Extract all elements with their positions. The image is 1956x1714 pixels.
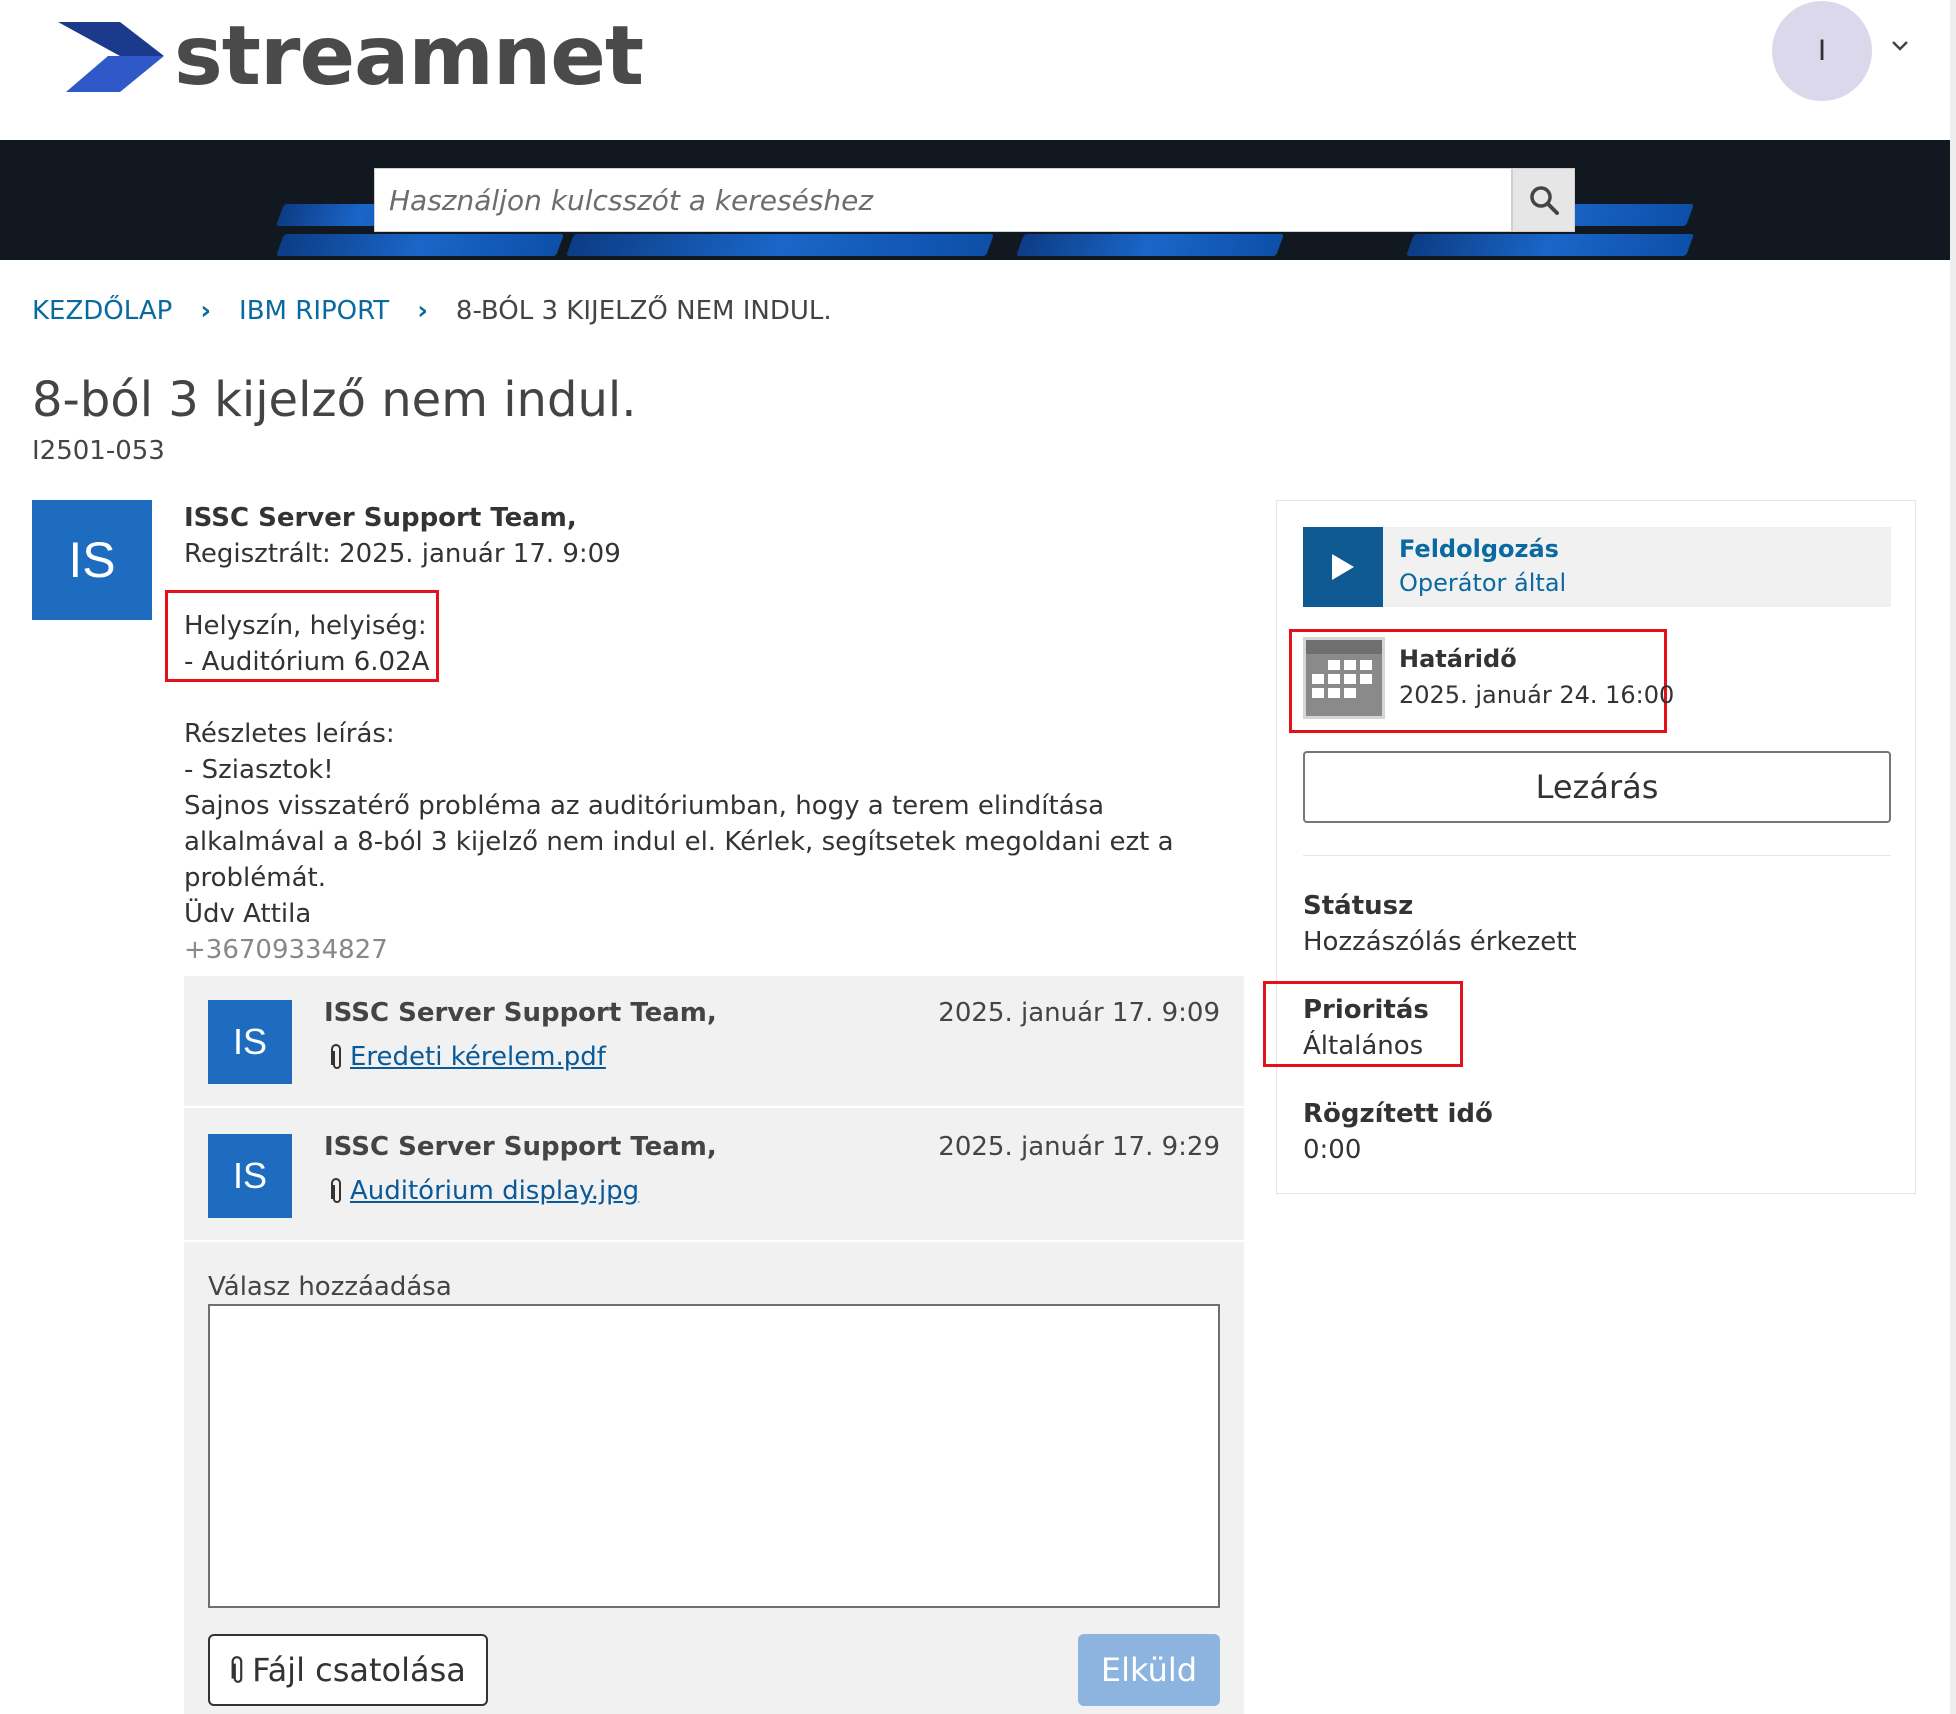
streamnet-logo[interactable]: streamnet: [58, 9, 644, 104]
post-author: ISSC Server Support Team,: [184, 503, 577, 533]
chevron-right-icon: ›: [200, 296, 212, 326]
message-avatar: IS: [208, 1000, 292, 1084]
breadcrumb-section-link[interactable]: IBM RIPORT: [239, 296, 389, 326]
thread-message: IS ISSC Server Support Team, 2025. januá…: [184, 976, 1244, 1108]
description-signature: Üdv Attila: [184, 899, 312, 929]
logged-time-label: Rögzített idő: [1303, 1099, 1493, 1129]
ticket-post: ISSC Server Support Team, Regisztrált: 2…: [184, 500, 1234, 968]
attachment-link[interactable]: Eredeti kérelem.pdf: [350, 1042, 606, 1072]
play-icon: [1303, 527, 1383, 607]
message-avatar: IS: [208, 1134, 292, 1218]
message-date: 2025. január 17. 9:09: [938, 998, 1220, 1028]
attach-file-button[interactable]: Fájl csatolása: [208, 1634, 488, 1706]
thread-message: IS ISSC Server Support Team, 2025. januá…: [184, 1110, 1244, 1242]
contact-phone: +36709334827: [184, 935, 388, 965]
search-icon: [1529, 186, 1559, 215]
status-label: Státusz: [1303, 891, 1414, 921]
reply-textarea[interactable]: [208, 1304, 1220, 1608]
chevron-down-icon[interactable]: [1890, 36, 1910, 56]
scrollbar-track[interactable]: [1950, 0, 1956, 1714]
attach-file-label: Fájl csatolása: [252, 1651, 466, 1689]
calendar-icon: [1303, 637, 1385, 719]
process-subtitle: Operátor által: [1399, 569, 1567, 597]
message-attachment: Eredeti kérelem.pdf: [330, 1042, 606, 1072]
deadline-label: Határidő: [1399, 645, 1517, 673]
comment-thread: IS ISSC Server Support Team, 2025. januá…: [184, 976, 1244, 1714]
top-header: streamnet I: [0, 0, 1950, 140]
logged-time-value: 0:00: [1303, 1135, 1362, 1165]
breadcrumb-home-link[interactable]: KEZDŐLAP: [32, 296, 172, 326]
priority-label: Prioritás: [1303, 995, 1429, 1025]
send-button[interactable]: Elküld: [1078, 1634, 1220, 1706]
process-state: Feldolgozás Operátor által: [1303, 527, 1891, 607]
location-highlight: [165, 590, 439, 682]
deadline-value: 2025. január 24. 16:00: [1399, 681, 1675, 709]
message-date: 2025. január 17. 9:29: [938, 1132, 1220, 1162]
chevron-right-icon: ›: [417, 296, 428, 326]
message-author: ISSC Server Support Team,: [324, 998, 717, 1028]
process-title: Feldolgozás: [1399, 535, 1559, 563]
status-value: Hozzászólás érkezett: [1303, 927, 1577, 957]
ticket-sidebar: Feldolgozás Operátor által Határidő 2025…: [1263, 500, 1916, 1194]
search-button[interactable]: [1512, 168, 1575, 232]
reply-label: Válasz hozzáadása: [208, 1272, 452, 1302]
message-attachment: Auditórium display.jpg: [330, 1176, 639, 1206]
ticket-id: I2501-053: [32, 436, 165, 466]
paperclip-icon: [331, 1044, 341, 1069]
priority-value: Általános: [1303, 1031, 1424, 1061]
description-body: Sajnos visszatérő probléma az auditórium…: [184, 791, 1174, 893]
breadcrumb: KEZDŐLAP › IBM RIPORT › 8-BÓL 3 KIJELZŐ …: [32, 296, 832, 326]
attachment-link[interactable]: Auditórium display.jpg: [350, 1176, 639, 1206]
logo-text: streamnet: [174, 9, 644, 104]
message-author: ISSC Server Support Team,: [324, 1132, 717, 1162]
paperclip-icon: [331, 1178, 341, 1203]
breadcrumb-current: 8-BÓL 3 KIJELZŐ NEM INDUL.: [455, 296, 832, 326]
paperclip-icon: [231, 1656, 243, 1683]
description-label: Részletes leírás:: [184, 719, 395, 749]
description-greeting: - Sziasztok!: [184, 755, 334, 785]
page-title: 8-ból 3 kijelző nem indul.: [32, 372, 637, 428]
post-registered-date: Regisztrált: 2025. január 17. 9:09: [184, 539, 621, 569]
user-avatar[interactable]: I: [1772, 1, 1872, 101]
search-field[interactable]: [374, 168, 1512, 232]
author-avatar: IS: [32, 500, 152, 620]
logo-mark-icon: [58, 22, 164, 92]
divider: [1303, 855, 1891, 856]
close-ticket-button[interactable]: Lezárás: [1303, 751, 1891, 823]
search-input[interactable]: [389, 183, 1511, 217]
